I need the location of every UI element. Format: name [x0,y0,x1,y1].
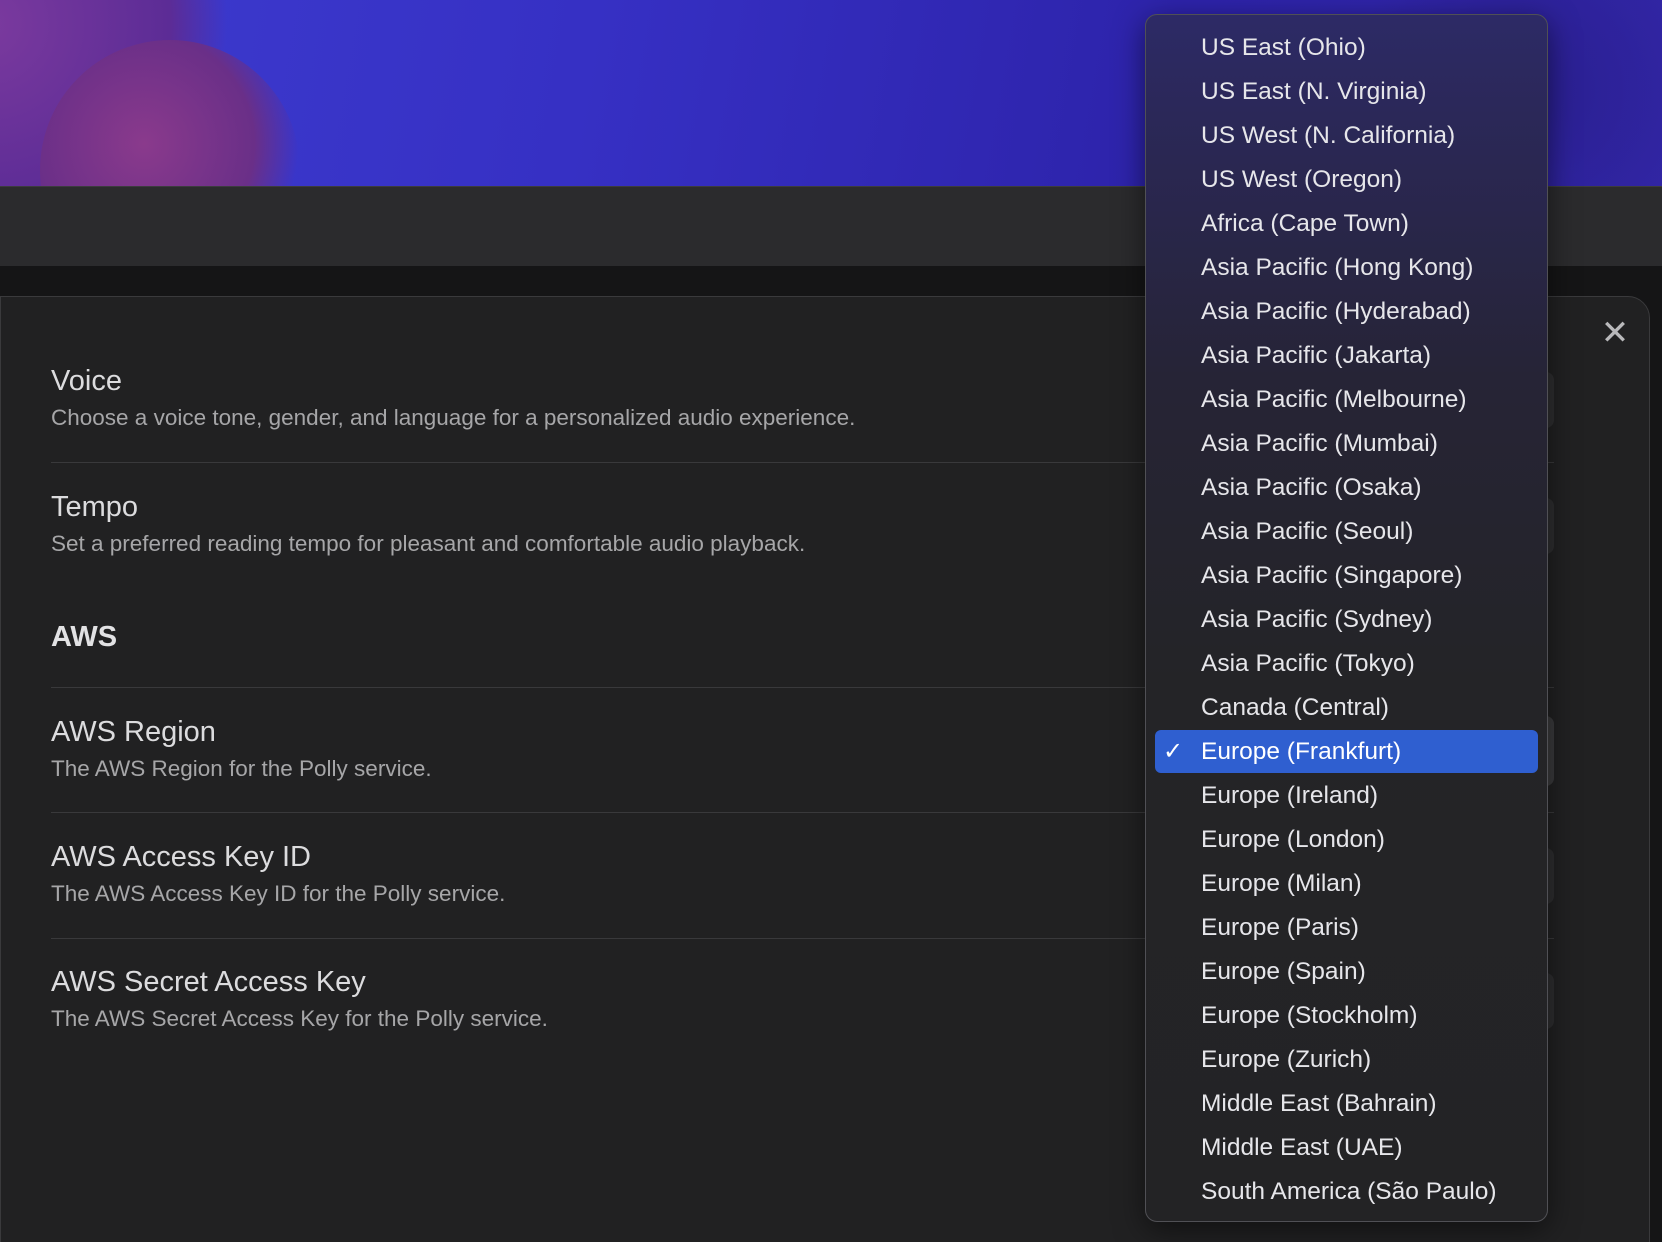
region-option[interactable]: Asia Pacific (Seoul) [1155,510,1538,553]
close-icon[interactable]: ✕ [1598,316,1632,350]
region-option[interactable]: Canada (Central) [1155,686,1538,729]
region-option[interactable]: US West (N. California) [1155,114,1538,157]
region-option-label: Europe (Ireland) [1201,782,1379,809]
region-option-label: Africa (Cape Town) [1201,210,1409,237]
region-option-label: Middle East (UAE) [1201,1134,1403,1161]
region-option[interactable]: Asia Pacific (Sydney) [1155,598,1538,641]
region-option[interactable]: Africa (Cape Town) [1155,202,1538,245]
region-option-label: Europe (Frankfurt) [1201,738,1402,765]
region-option-label: US West (N. California) [1201,122,1456,149]
region-option-label: Asia Pacific (Mumbai) [1201,430,1438,457]
region-option-label: Asia Pacific (Hyderabad) [1201,298,1471,325]
region-option-label: Asia Pacific (Osaka) [1201,474,1422,501]
region-option-label: Europe (Milan) [1201,870,1362,897]
region-option[interactable]: Asia Pacific (Hyderabad) [1155,290,1538,333]
section-heading-aws: AWS [51,621,118,653]
region-option[interactable]: Europe (Milan) [1155,862,1538,905]
region-option-label: Asia Pacific (Seoul) [1201,518,1414,545]
region-option-label: US East (Ohio) [1201,34,1366,61]
region-option-label: Asia Pacific (Singapore) [1201,562,1463,589]
region-option-label: US West (Oregon) [1201,166,1403,193]
region-option[interactable]: Middle East (UAE) [1155,1126,1538,1169]
region-option-label: Europe (Stockholm) [1201,1002,1418,1029]
region-option[interactable]: Asia Pacific (Mumbai) [1155,422,1538,465]
region-option[interactable]: US West (Oregon) [1155,158,1538,201]
region-option[interactable]: US East (Ohio) [1155,26,1538,69]
region-option[interactable]: ✓ Europe (Frankfurt) [1155,730,1538,773]
region-option-label: Europe (Zurich) [1201,1046,1372,1073]
region-option[interactable]: Europe (Spain) [1155,950,1538,993]
region-option[interactable]: Europe (Zurich) [1155,1038,1538,1081]
region-option[interactable]: Asia Pacific (Jakarta) [1155,334,1538,377]
region-option[interactable]: Europe (Ireland) [1155,774,1538,817]
region-option[interactable]: Europe (Stockholm) [1155,994,1538,1037]
region-option-label: Asia Pacific (Jakarta) [1201,342,1432,369]
screen: ✕ Voice Choose a voice tone, gender, and… [0,0,1662,1242]
region-option[interactable]: Middle East (Bahrain) [1155,1082,1538,1125]
region-option[interactable]: Europe (Paris) [1155,906,1538,949]
region-option[interactable]: Asia Pacific (Melbourne) [1155,378,1538,421]
region-option-label: Asia Pacific (Melbourne) [1201,386,1467,413]
checkmark-icon: ✓ [1163,738,1184,765]
region-option[interactable]: Asia Pacific (Hong Kong) [1155,246,1538,289]
region-option[interactable]: Asia Pacific (Tokyo) [1155,642,1538,685]
region-option-label: Middle East (Bahrain) [1201,1090,1437,1117]
region-option-label: Asia Pacific (Sydney) [1201,606,1433,633]
aws-region-menu: US East (Ohio) US East (N. Virginia) US We… [1145,14,1548,1222]
region-option[interactable]: Asia Pacific (Osaka) [1155,466,1538,509]
region-option[interactable]: Asia Pacific (Singapore) [1155,554,1538,597]
region-option[interactable]: Europe (London) [1155,818,1538,861]
region-option[interactable]: South America (São Paulo) [1155,1170,1538,1213]
region-option-label: US East (N. Virginia) [1201,78,1427,105]
region-option[interactable]: US East (N. Virginia) [1155,70,1538,113]
region-option-label: Europe (London) [1201,826,1385,853]
region-option-label: Europe (Paris) [1201,914,1359,941]
region-option-label: South America (São Paulo) [1201,1178,1497,1205]
region-option-label: Europe (Spain) [1201,958,1366,985]
region-option-label: Canada (Central) [1201,694,1389,721]
region-option-label: Asia Pacific (Tokyo) [1201,650,1415,677]
region-option-label: Asia Pacific (Hong Kong) [1201,254,1474,281]
